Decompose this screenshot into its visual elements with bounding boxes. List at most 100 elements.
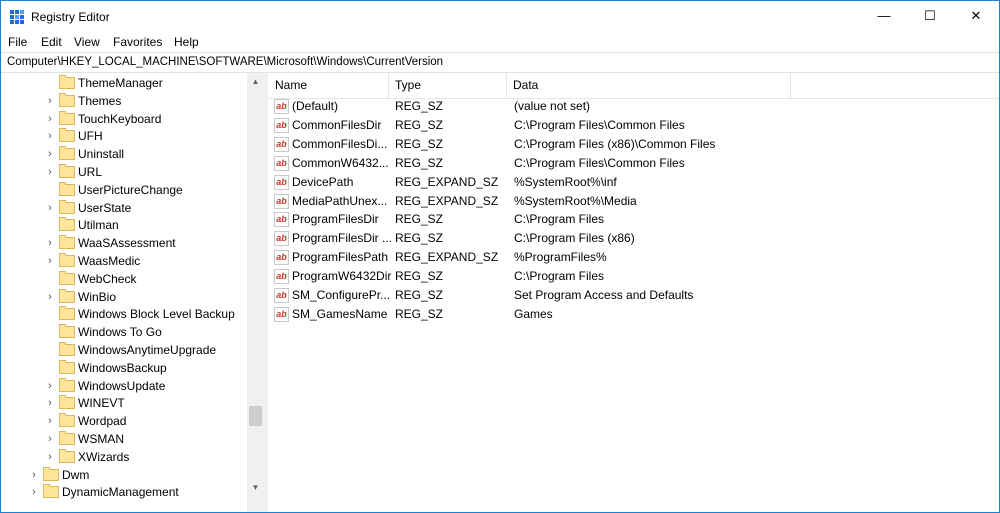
tree-item-label: Windows To Go bbox=[78, 325, 162, 340]
value-row[interactable]: ab (Default) REG_SZ (value not set) bbox=[269, 97, 999, 116]
address-path[interactable]: Computer\HKEY_LOCAL_MACHINE\SOFTWARE\Mic… bbox=[7, 56, 443, 69]
tree-item[interactable]: UserPictureChange bbox=[1, 181, 247, 199]
tree-item[interactable]: › Themes bbox=[1, 92, 247, 110]
column-name[interactable]: Name bbox=[269, 73, 389, 98]
tree-item[interactable]: › DynamicManagement bbox=[1, 483, 247, 501]
tree-item[interactable]: › WinBio bbox=[1, 288, 247, 306]
value-row[interactable]: ab ProgramFilesPath REG_EXPAND_SZ %ProgramF… bbox=[269, 248, 999, 267]
value-type: REG_SZ bbox=[395, 231, 444, 246]
menu-favorites[interactable]: Favorites bbox=[113, 35, 162, 49]
value-row[interactable]: ab CommonW6432... REG_SZ C:\Program Files\C… bbox=[269, 154, 999, 173]
tree-item-label: Themes bbox=[78, 93, 122, 108]
value-row[interactable]: ab ProgramW6432Dir REG_SZ C:\Program Files bbox=[269, 267, 999, 286]
chevron-right-icon[interactable]: › bbox=[29, 466, 39, 484]
tree-item[interactable]: › Wordpad bbox=[1, 412, 247, 430]
maximize-button[interactable]: ☐ bbox=[907, 1, 953, 31]
minimize-button[interactable]: — bbox=[861, 1, 907, 31]
folder-icon bbox=[59, 235, 75, 250]
string-value-icon: ab bbox=[274, 306, 289, 322]
values-list[interactable]: Name Type Data ab (Default) REG_SZ (value n… bbox=[269, 73, 999, 512]
chevron-right-icon[interactable]: › bbox=[45, 252, 55, 270]
menu-edit[interactable]: Edit bbox=[41, 35, 62, 49]
chevron-right-icon[interactable]: › bbox=[45, 288, 55, 306]
folder-icon bbox=[59, 128, 75, 143]
value-data: C:\Program Files bbox=[514, 212, 605, 227]
title-bar[interactable]: Registry Editor — ☐ ✕ bbox=[1, 1, 999, 31]
tree-item[interactable]: WindowsAnytimeUpgrade bbox=[1, 341, 247, 359]
tree-item[interactable]: › WINEVT bbox=[1, 394, 247, 412]
scroll-down-arrow-icon[interactable]: ▼ bbox=[247, 479, 264, 496]
chevron-right-icon[interactable]: › bbox=[45, 234, 55, 252]
value-row[interactable]: ab MediaPathUnex... REG_EXPAND_SZ %SystemRo… bbox=[269, 192, 999, 211]
chevron-right-icon[interactable]: › bbox=[45, 394, 55, 412]
chevron-right-icon[interactable]: › bbox=[45, 430, 55, 448]
chevron-right-icon[interactable]: › bbox=[29, 483, 39, 501]
tree-item-label: Windows Block Level Backup bbox=[78, 307, 235, 322]
tree-scrollbar[interactable]: ▲ ▼ bbox=[247, 73, 264, 512]
value-type: REG_EXPAND_SZ bbox=[395, 250, 499, 265]
string-value-icon: ab bbox=[274, 174, 289, 190]
key-tree[interactable]: ThemeManager › Themes › TouchKeyboard › UFH › Un… bbox=[1, 73, 263, 512]
value-row[interactable]: ab SM_ConfigurePr... REG_SZ Set Program Acc… bbox=[269, 286, 999, 305]
scroll-up-arrow-icon[interactable]: ▲ bbox=[247, 73, 264, 90]
value-row[interactable]: ab CommonFilesDi... REG_SZ C:\Program Files… bbox=[269, 135, 999, 154]
menu-view[interactable]: View bbox=[74, 35, 100, 49]
tree-item-label: UserState bbox=[78, 200, 132, 215]
column-type[interactable]: Type bbox=[389, 73, 507, 98]
chevron-right-icon[interactable]: › bbox=[45, 110, 55, 128]
tree-item[interactable]: › WaasMedic bbox=[1, 252, 247, 270]
column-data[interactable]: Data bbox=[507, 73, 791, 98]
tree-item[interactable]: WebCheck bbox=[1, 270, 247, 288]
value-row[interactable]: ab CommonFilesDir REG_SZ C:\Program Files\C… bbox=[269, 116, 999, 135]
chevron-right-icon[interactable]: › bbox=[45, 412, 55, 430]
value-type: REG_SZ bbox=[395, 306, 444, 321]
tree-item[interactable]: › WSMAN bbox=[1, 430, 247, 448]
chevron-right-icon[interactable]: › bbox=[45, 92, 55, 110]
tree-item[interactable]: › UFH bbox=[1, 127, 247, 145]
value-row[interactable]: ab DevicePath REG_EXPAND_SZ %SystemRoot%\in… bbox=[269, 173, 999, 192]
menu-file[interactable]: File bbox=[8, 35, 27, 49]
chevron-right-icon[interactable]: › bbox=[45, 145, 55, 163]
tree-item[interactable]: Windows Block Level Backup bbox=[1, 305, 247, 323]
tree-item-label: UFH bbox=[78, 129, 103, 144]
chevron-right-icon[interactable]: › bbox=[45, 127, 55, 145]
scroll-thumb[interactable] bbox=[249, 406, 262, 426]
tree-item-label: TouchKeyboard bbox=[78, 111, 162, 126]
chevron-right-icon[interactable]: › bbox=[45, 448, 55, 466]
value-row[interactable]: ab ProgramFilesDir ... REG_SZ C:\Program Fi… bbox=[269, 229, 999, 248]
value-type: REG_SZ bbox=[395, 212, 444, 227]
folder-icon bbox=[59, 181, 75, 196]
tree-item[interactable]: › URL bbox=[1, 163, 247, 181]
tree-item[interactable]: Windows To Go bbox=[1, 323, 247, 341]
string-value-icon: ab bbox=[274, 212, 289, 228]
value-data: Set Program Access and Defaults bbox=[514, 288, 694, 302]
list-header: Name Type Data bbox=[269, 73, 999, 99]
chevron-right-icon[interactable]: › bbox=[45, 199, 55, 217]
pane-splitter[interactable] bbox=[264, 73, 268, 512]
value-name: SM_GamesName bbox=[292, 306, 388, 321]
tree-item[interactable]: › WindowsUpdate bbox=[1, 377, 247, 395]
menu-help[interactable]: Help bbox=[174, 35, 199, 49]
folder-icon bbox=[59, 217, 75, 232]
tree-item[interactable]: WindowsBackup bbox=[1, 359, 247, 377]
value-row[interactable]: ab SM_GamesName REG_SZ Games bbox=[269, 305, 999, 324]
tree-item[interactable]: › XWizards bbox=[1, 448, 247, 466]
folder-icon bbox=[59, 92, 75, 107]
value-row[interactable]: ab ProgramFilesDir REG_SZ C:\Program Files bbox=[269, 210, 999, 229]
string-value-icon: ab bbox=[274, 193, 289, 209]
tree-item[interactable]: › WaaSAssessment bbox=[1, 234, 247, 252]
chevron-right-icon[interactable]: › bbox=[45, 163, 55, 181]
chevron-right-icon[interactable]: › bbox=[45, 377, 55, 395]
tree-item-label: Wordpad bbox=[78, 414, 127, 429]
folder-icon bbox=[59, 75, 75, 89]
tree-item-label: WinBio bbox=[78, 289, 117, 304]
tree-item[interactable]: › Uninstall bbox=[1, 145, 247, 163]
close-button[interactable]: ✕ bbox=[953, 1, 999, 31]
address-bar[interactable]: Computer\HKEY_LOCAL_MACHINE\SOFTWARE\Mic… bbox=[1, 52, 999, 73]
tree-item[interactable]: › TouchKeyboard bbox=[1, 110, 247, 128]
tree-item[interactable]: › UserState bbox=[1, 199, 247, 217]
tree-item[interactable]: ThemeManager bbox=[1, 74, 247, 92]
tree-item[interactable]: Utilman bbox=[1, 216, 247, 234]
tree-item[interactable]: › Dwm bbox=[1, 466, 247, 484]
folder-icon bbox=[59, 448, 75, 463]
